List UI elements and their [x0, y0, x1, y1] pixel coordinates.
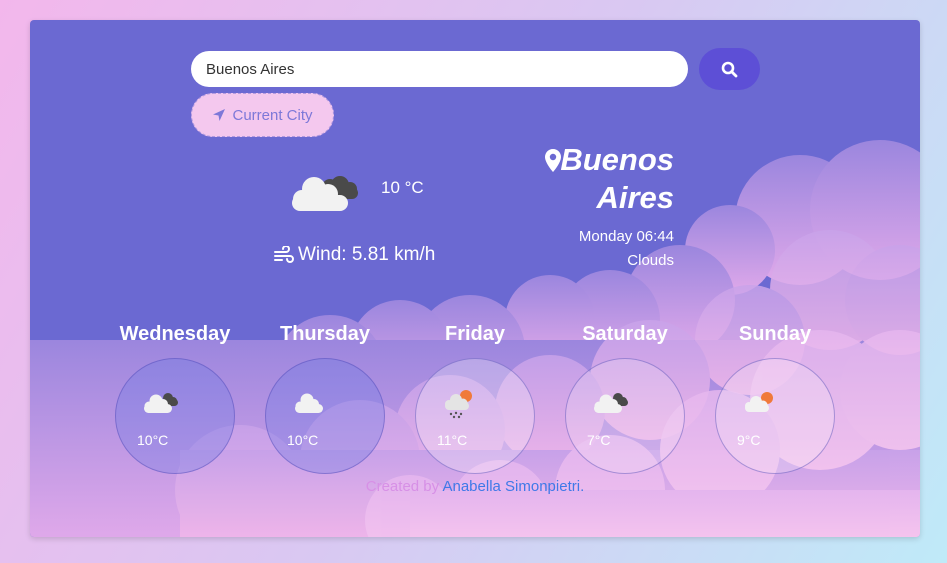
forecast-row: Wednesday 10°C Thursday 10°C Friday 11°C…	[30, 320, 920, 480]
search-bar	[191, 51, 688, 87]
city-name-line-2: Aires	[596, 180, 674, 215]
city-name-line-1: Buenos	[560, 142, 674, 177]
location-arrow-icon	[213, 109, 226, 121]
weather-description: Clouds	[627, 252, 674, 269]
forecast-day-name: Sunday	[738, 323, 812, 345]
forecast-day-name: Thursday	[279, 323, 371, 345]
forecast-day: Friday 11°C	[400, 320, 550, 474]
search-input[interactable]	[191, 51, 688, 87]
forecast-circle: 10°C	[115, 358, 235, 474]
dark-clouds-icon	[292, 176, 358, 211]
footer-prefix: Created by	[365, 478, 440, 495]
forecast-temperature: 10°C	[287, 432, 319, 448]
current-temperature: 10 °C	[381, 178, 424, 197]
footer: Created by Anabella Simonpietri.	[30, 478, 920, 495]
map-marker-icon	[545, 149, 561, 172]
forecast-day: Wednesday 10°C	[100, 320, 250, 474]
forecast-temperature: 11°C	[437, 432, 468, 448]
cloud-icon	[295, 393, 323, 413]
forecast-day-name: Friday	[444, 323, 506, 345]
weather-card: Current City 10 °C Wind: 5.81 km/h Bueno…	[30, 20, 920, 537]
forecast-day-name: Wednesday	[119, 323, 231, 345]
current-city-button[interactable]: Current City	[191, 93, 334, 137]
forecast-temperature: 10°C	[137, 432, 169, 448]
current-date: Monday 06:44	[578, 228, 674, 245]
wind-info: Wind: 5.81 km/h	[274, 244, 435, 266]
search-button[interactable]	[699, 48, 760, 90]
forecast-circle: 7°C	[565, 358, 685, 474]
forecast-day: Thursday 10°C	[250, 320, 400, 474]
forecast-temperature: 7°C	[587, 432, 611, 448]
dark-clouds-icon	[594, 393, 628, 413]
forecast-temperature: 9°C	[737, 432, 761, 448]
city-name: Buenos Aires	[560, 141, 674, 217]
current-city-label: Current City	[232, 106, 313, 124]
search-icon	[721, 61, 738, 77]
wind-icon	[274, 246, 294, 263]
rain-sun-cloud-icon	[445, 390, 472, 419]
forecast-circle: 11°C	[415, 358, 535, 474]
forecast-day: Saturday 7°C	[550, 320, 700, 474]
forecast-circle: 9°C	[715, 358, 835, 474]
forecast-day: Sunday 9°C	[700, 320, 850, 474]
author-link[interactable]: Anabella Simonpietri.	[442, 478, 584, 495]
dark-clouds-icon	[144, 393, 178, 413]
wind-text: Wind: 5.81 km/h	[298, 244, 436, 265]
forecast-circle: 10°C	[265, 358, 385, 474]
forecast-day-name: Saturday	[582, 323, 668, 345]
sun-cloud-icon	[745, 392, 773, 412]
